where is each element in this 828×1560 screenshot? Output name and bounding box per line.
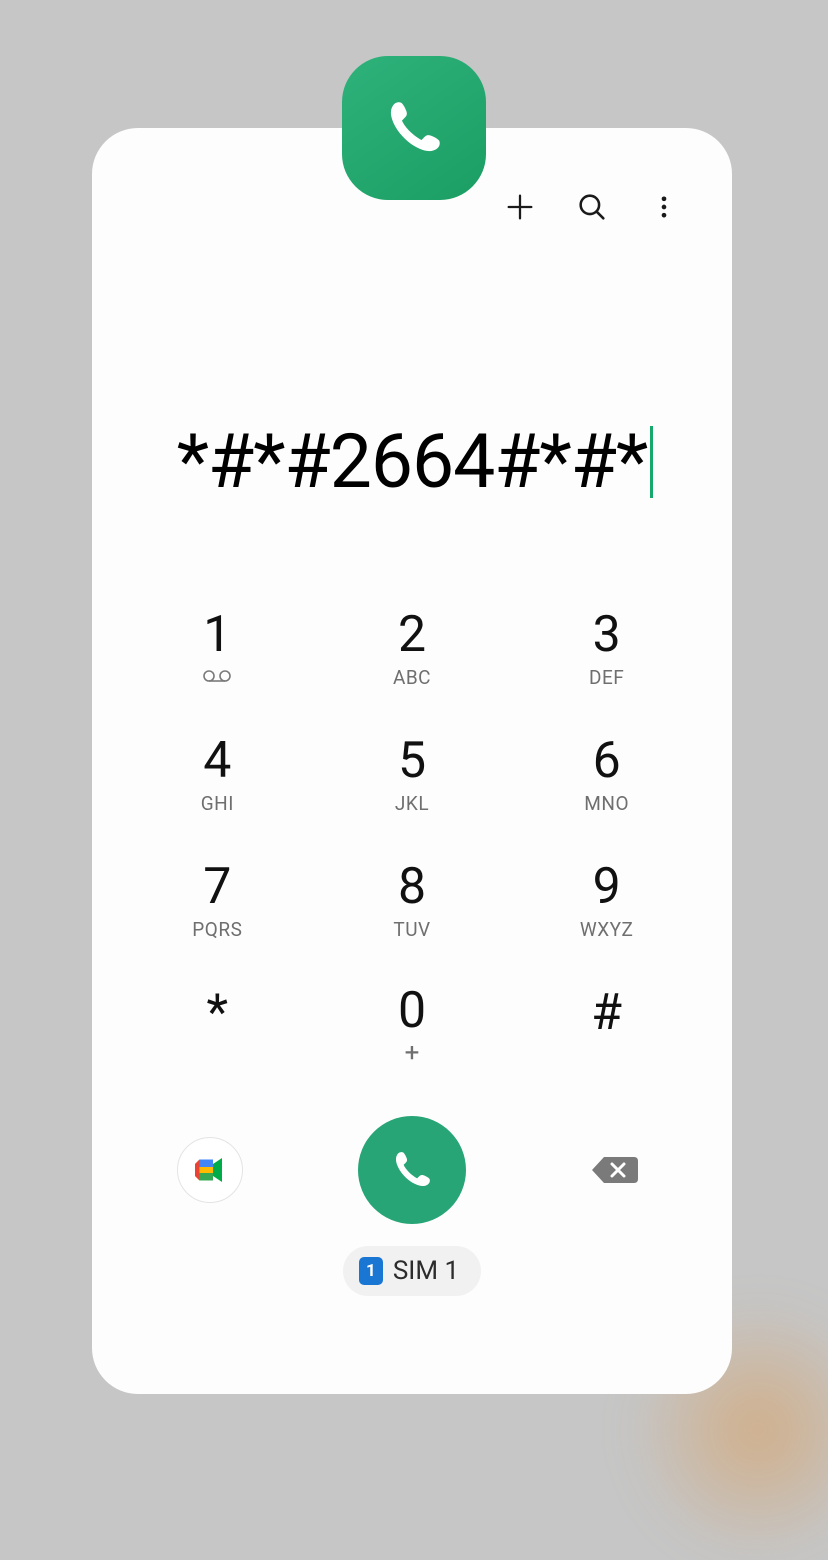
key-digit: # bbox=[591, 988, 622, 1038]
key-label: GHI bbox=[201, 792, 234, 815]
google-meet-icon bbox=[192, 1152, 228, 1188]
key-label: PQRS bbox=[192, 918, 242, 941]
key-label: ABC bbox=[393, 666, 431, 689]
cursor bbox=[650, 426, 653, 498]
keypad: 1 2 ABC 3 DEF 4 GHI bbox=[92, 586, 732, 1090]
key-6[interactable]: 6 MNO bbox=[509, 712, 704, 838]
key-label: WXYZ bbox=[580, 918, 634, 941]
dialer-card: *#*#2664#*#* 1 2 ABC 3 DEF bbox=[92, 128, 732, 1394]
key-digit: 3 bbox=[593, 610, 621, 660]
sim-selector[interactable]: 1 SIM 1 bbox=[343, 1246, 481, 1296]
key-label bbox=[604, 1044, 609, 1067]
key-digit: 2 bbox=[398, 610, 426, 660]
actions-row bbox=[92, 1108, 732, 1224]
key-4[interactable]: 4 GHI bbox=[120, 712, 315, 838]
key-star[interactable]: * bbox=[120, 964, 315, 1090]
key-3[interactable]: 3 DEF bbox=[509, 586, 704, 712]
sim-label: SIM 1 bbox=[393, 1256, 459, 1286]
key-hash[interactable]: # bbox=[509, 964, 704, 1090]
key-5[interactable]: 5 JKL bbox=[315, 712, 510, 838]
key-digit: 5 bbox=[398, 736, 426, 786]
key-digit: 9 bbox=[593, 862, 621, 912]
key-label: DEF bbox=[589, 666, 624, 689]
video-call-button[interactable] bbox=[177, 1137, 243, 1203]
key-digit: 8 bbox=[398, 862, 426, 912]
key-2[interactable]: 2 ABC bbox=[315, 586, 510, 712]
key-label: MNO bbox=[584, 792, 629, 815]
key-digit: 6 bbox=[593, 736, 621, 786]
key-label bbox=[215, 1044, 220, 1067]
search-icon bbox=[575, 190, 609, 224]
number-display-area[interactable]: *#*#2664#*#* bbox=[92, 418, 732, 506]
voicemail-icon bbox=[203, 664, 231, 689]
key-7[interactable]: 7 PQRS bbox=[120, 838, 315, 964]
more-button[interactable] bbox=[644, 187, 684, 227]
plus-icon bbox=[503, 190, 537, 224]
key-plus-label: + bbox=[405, 1038, 420, 1068]
more-vert-icon bbox=[650, 190, 678, 224]
dialed-number: *#*#2664#*#* bbox=[177, 418, 648, 506]
search-button[interactable] bbox=[572, 187, 612, 227]
backspace-button[interactable] bbox=[581, 1150, 647, 1190]
key-digit: 4 bbox=[203, 736, 231, 786]
key-digit: 7 bbox=[203, 862, 231, 912]
key-label: JKL bbox=[395, 792, 429, 815]
backspace-icon bbox=[590, 1153, 638, 1187]
key-digit: 0 bbox=[398, 986, 426, 1036]
phone-icon bbox=[387, 1145, 437, 1195]
key-0[interactable]: 0 + bbox=[315, 964, 510, 1090]
call-button[interactable] bbox=[358, 1116, 466, 1224]
key-9[interactable]: 9 WXYZ bbox=[509, 838, 704, 964]
key-digit: 1 bbox=[203, 610, 231, 660]
key-label: TUV bbox=[393, 918, 430, 941]
key-digit: * bbox=[207, 988, 229, 1038]
add-button[interactable] bbox=[500, 187, 540, 227]
key-1[interactable]: 1 bbox=[120, 586, 315, 712]
key-8[interactable]: 8 TUV bbox=[315, 838, 510, 964]
phone-app-icon bbox=[342, 56, 486, 200]
sim-badge: 1 bbox=[359, 1257, 383, 1285]
